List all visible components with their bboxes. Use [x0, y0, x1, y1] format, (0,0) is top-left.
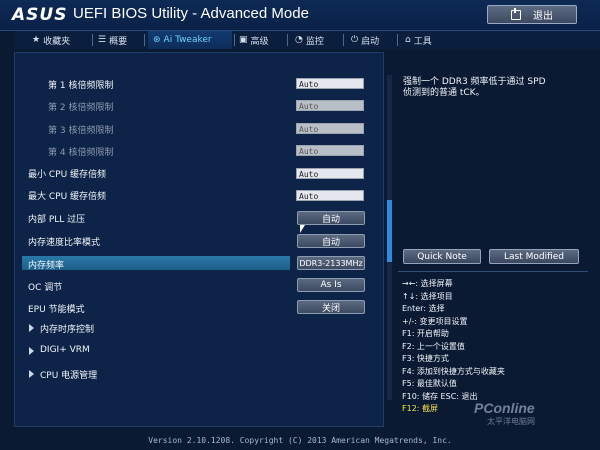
tab-label: 工具 [413, 36, 432, 47]
ai-tweaker-icon: ⊛ [153, 34, 161, 45]
exit-icon [511, 7, 521, 20]
tab-label: 概要 [109, 36, 128, 47]
last-modified-button[interactable]: Last Modified [489, 249, 579, 264]
key-help-item: →←: 选择屏幕 [402, 279, 453, 288]
tab-main[interactable]: ☰ 概要 [98, 31, 127, 49]
tab-divider [343, 34, 344, 46]
submenu-cpu-power[interactable]: CPU 电源管理 [40, 368, 97, 381]
tool-icon: ⌂ [405, 34, 411, 45]
watermark-logo: PConline [474, 400, 535, 416]
power-icon: ⏻ [351, 34, 359, 45]
setting-label: OC 调节 [28, 283, 63, 293]
setting-value-input[interactable]: Auto [296, 190, 364, 201]
help-line: 强制一个 DDR3 频率低于通过 SPD [403, 77, 546, 87]
setting-value-button[interactable]: 自动 [297, 211, 365, 225]
key-help-item: F2: 上一个设置值 [402, 341, 465, 351]
tab-tool[interactable]: ⌂ 工具 [405, 31, 432, 49]
key-help-item: ↑↓: 选择项目 [402, 291, 453, 301]
tab-label: 启动 [361, 36, 380, 47]
tab-label: 高级 [250, 36, 269, 47]
setting-label: 最大 CPU 缓存倍频 [28, 192, 107, 202]
tab-boot[interactable]: ⏻ 启动 [351, 31, 379, 49]
setting-value-input: Auto [296, 100, 364, 111]
submenu-arrow-icon [29, 347, 34, 355]
list-icon: ☰ [98, 34, 107, 45]
setting-label: 第 3 核倍频限制 [48, 126, 114, 136]
key-help-item: F3: 快捷方式 [402, 354, 449, 363]
tab-favorites[interactable]: ★ 收藏夹 [32, 31, 70, 49]
exit-button[interactable]: 退出 [487, 5, 577, 24]
tab-divider [397, 34, 398, 46]
scrollbar-thumb[interactable] [387, 200, 392, 262]
setting-value-input[interactable]: Auto [296, 78, 364, 89]
submenu-memory-timing[interactable]: 内存时序控制 [40, 322, 94, 335]
key-help-item: F4: 添加到快捷方式与收藏夹 [402, 366, 505, 376]
tab-divider [234, 34, 235, 46]
watermark-subtitle: 太平洋电脑网 [487, 417, 535, 426]
setting-value-input: Auto [296, 145, 364, 156]
advanced-icon: ▣ [239, 34, 248, 45]
mouse-cursor-icon [300, 225, 305, 233]
setting-label-selected[interactable]: 内存频率 [28, 258, 64, 271]
star-icon: ★ [32, 34, 41, 45]
help-description: 强制一个 DDR3 频率低于通过 SPD 侦测到的普通 tCK。 [403, 77, 593, 99]
setting-label: 最小 CPU 缓存倍频 [28, 170, 107, 180]
setting-label: 内部 PLL 过压 [28, 215, 86, 225]
help-line: 侦测到的普通 tCK。 [403, 88, 485, 98]
tab-monitor[interactable]: ◔ 监控 [295, 31, 324, 49]
exit-label: 退出 [533, 11, 553, 22]
submenu-arrow-icon [29, 324, 34, 332]
setting-label: 第 4 核倍频限制 [48, 148, 114, 158]
setting-label: EPU 节能模式 [28, 305, 85, 315]
submenu-arrow-icon [29, 370, 34, 378]
setting-value-button[interactable]: 自动 [297, 234, 365, 248]
key-help-item: F1: 开启帮助 [402, 329, 449, 338]
submenu-digi-vrm[interactable]: DIGI+ VRM [40, 345, 90, 355]
tab-divider [287, 34, 288, 46]
monitor-icon: ◔ [295, 34, 303, 45]
setting-value-button[interactable]: DDR3-2133MHz [297, 256, 365, 270]
quick-note-button[interactable]: Quick Note [403, 249, 481, 264]
version-footer: Version 2.10.1208. Copyright (C) 2013 Am… [148, 436, 452, 445]
asus-logo: ASUS [12, 5, 68, 25]
setting-value-button[interactable]: As Is [297, 278, 365, 292]
tab-bar: ★ 收藏夹 ☰ 概要 ⊛ Ai Tweaker ▣ 高级 ◔ 监控 ⏻ 启动 ⌂… [14, 31, 600, 49]
tab-divider [144, 34, 145, 46]
key-help-list: →←: 选择屏幕 ↑↓: 选择项目 Enter: 选择 +/-: 变更项目设置 … [402, 278, 592, 416]
key-help-item: Enter: 选择 [402, 304, 445, 313]
key-help-item: +/-: 变更项目设置 [402, 316, 468, 326]
setting-value-button[interactable]: 关闭 [297, 300, 365, 314]
app-title: UEFI BIOS Utility - Advanced Mode [73, 5, 309, 22]
tab-label: 收藏夹 [43, 36, 71, 47]
setting-label: 内存速度比率模式 [28, 238, 101, 248]
tab-divider [92, 34, 93, 46]
tab-label: 监控 [305, 36, 324, 47]
tab-label: Ai Tweaker [163, 35, 212, 45]
key-help-item: F5: 最佳默认值 [402, 379, 457, 388]
tab-ai-tweaker[interactable]: ⊛ Ai Tweaker [148, 31, 232, 49]
setting-value-input: Auto [296, 123, 364, 134]
panel-divider [398, 271, 588, 272]
setting-value-input[interactable]: Auto [296, 168, 364, 179]
tab-advanced[interactable]: ▣ 高级 [239, 31, 269, 49]
setting-label: 第 2 核倍频限制 [48, 103, 114, 113]
setting-label: 第 1 核倍频限制 [48, 81, 114, 91]
